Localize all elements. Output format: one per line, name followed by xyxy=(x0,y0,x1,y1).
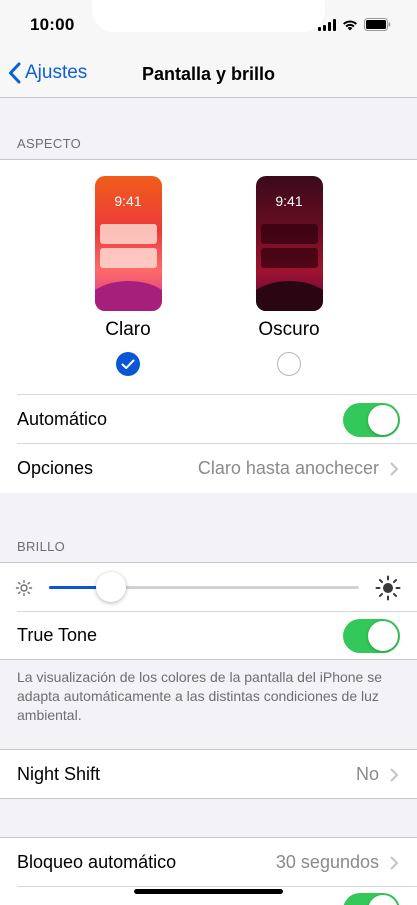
options-value: Claro hasta anochecer xyxy=(197,458,379,478)
toggle-knob xyxy=(368,620,398,651)
automatic-toggle[interactable] xyxy=(343,402,400,437)
light-option-radio[interactable] xyxy=(116,352,140,376)
true-tone-toggle[interactable] xyxy=(343,618,400,653)
options-label: Opciones xyxy=(17,458,94,478)
battery-icon xyxy=(364,18,391,31)
brightness-slider-row xyxy=(0,563,417,611)
brightness-high-icon xyxy=(375,575,401,601)
brightness-low-icon xyxy=(15,579,33,597)
night-shift-value: No xyxy=(355,763,379,784)
automatic-label: Automático xyxy=(17,409,108,429)
dark-option-radio[interactable] xyxy=(277,352,301,376)
night-shift-row[interactable]: Night Shift No xyxy=(0,750,417,798)
dark-option-label: Oscuro xyxy=(258,319,320,340)
chevron-right-icon xyxy=(390,462,398,476)
status-icons xyxy=(318,18,391,31)
preview-notification xyxy=(99,224,157,244)
toggle-knob xyxy=(368,895,398,905)
true-tone-footnote: La visualización de los colores de la pa… xyxy=(17,669,383,723)
brightness-slider[interactable] xyxy=(49,572,359,602)
appearance-section-header: ASPECTO xyxy=(17,136,81,151)
light-option-label: Claro xyxy=(105,319,151,340)
preview-notification xyxy=(260,248,318,268)
night-shift-label: Night Shift xyxy=(17,763,101,784)
chevron-right-icon xyxy=(390,856,398,870)
preview-wallpaper-wave xyxy=(94,281,162,311)
chevron-right-icon xyxy=(390,768,398,782)
cellular-signal-icon xyxy=(318,18,336,31)
auto-lock-row[interactable]: Bloqueo automático 30 segundos xyxy=(0,838,417,886)
preview-time: 9:41 xyxy=(275,193,303,209)
checkmark-icon xyxy=(121,359,135,369)
divider xyxy=(17,886,417,887)
options-row[interactable]: Opciones Claro hasta anochecer xyxy=(0,444,417,493)
wifi-icon xyxy=(342,19,358,31)
automatic-row: Automático xyxy=(0,395,417,444)
status-bar: 10:00 xyxy=(0,0,417,52)
true-tone-label: True Tone xyxy=(17,625,98,645)
page-title: Pantalla y brillo xyxy=(141,64,276,84)
light-mode-preview: 9:41 xyxy=(94,176,162,311)
status-time: 10:00 xyxy=(30,15,75,34)
appearance-option-dark[interactable]: 9:41 Oscuro xyxy=(255,176,323,376)
preview-wallpaper-wave xyxy=(255,281,323,311)
appearance-option-light[interactable]: 9:41 Claro xyxy=(94,176,162,376)
true-tone-row: True Tone xyxy=(0,612,417,659)
auto-lock-label: Bloqueo automático xyxy=(17,851,177,872)
auto-lock-value: 30 segundos xyxy=(275,851,379,872)
raise-to-wake-toggle[interactable] xyxy=(343,893,400,905)
brightness-slider-knob[interactable] xyxy=(96,572,126,602)
preview-notification xyxy=(99,248,157,268)
dark-mode-preview: 9:41 xyxy=(255,176,323,311)
brightness-section-header: BRILLO xyxy=(17,539,66,554)
appearance-picker: 9:41 Claro 9:41 Oscuro xyxy=(0,160,417,376)
navigation-bar: Ajustes Pantalla y brillo xyxy=(0,52,417,98)
notch xyxy=(92,0,325,32)
home-indicator xyxy=(134,889,283,894)
preview-time: 9:41 xyxy=(114,193,142,209)
preview-notification xyxy=(260,224,318,244)
toggle-knob xyxy=(368,404,398,435)
